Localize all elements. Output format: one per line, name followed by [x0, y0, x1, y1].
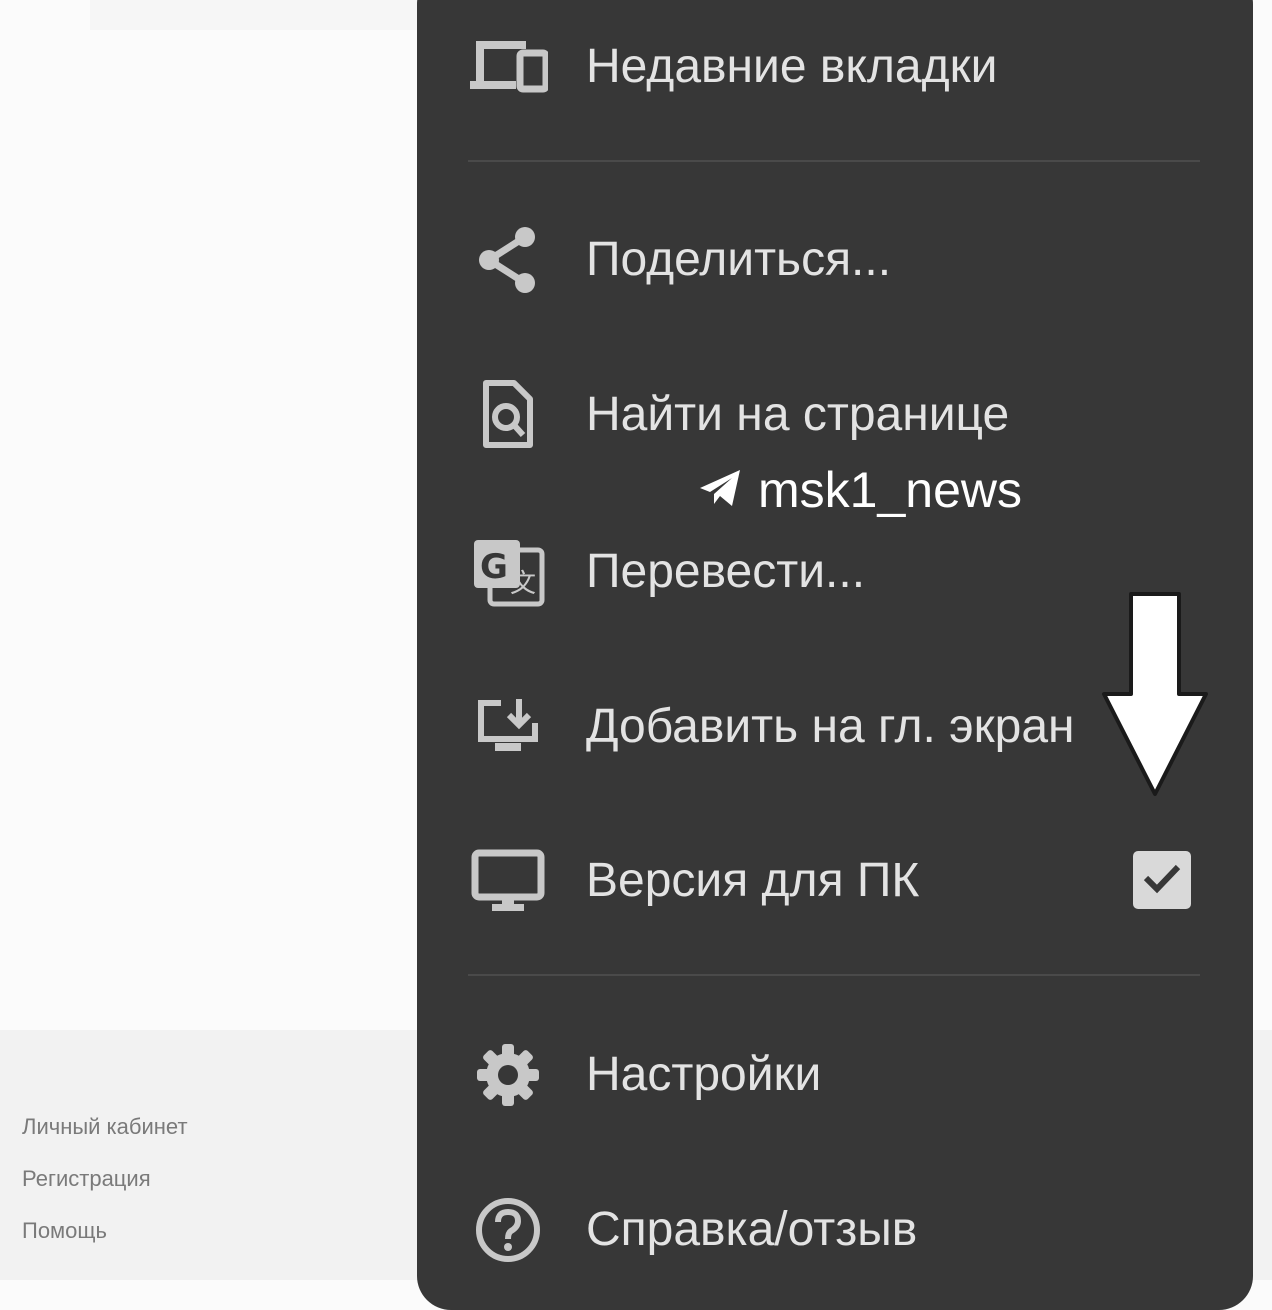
menu-divider [468, 974, 1200, 976]
checkmark-icon [1142, 862, 1182, 898]
desktop-icon [468, 826, 548, 936]
desktop-version-checkbox[interactable] [1133, 851, 1191, 909]
add-to-home-screen-icon [468, 672, 548, 782]
help-icon [468, 1175, 548, 1285]
watermark-text: msk1_news [758, 462, 1022, 518]
menu-item-label: Настройки [586, 1048, 822, 1101]
translate-icon: G 文 [468, 517, 548, 627]
find-in-page-icon [468, 360, 548, 470]
menu-item-label: Перевести... [586, 545, 866, 598]
gear-icon [468, 1020, 548, 1130]
menu-divider [468, 160, 1200, 162]
svg-text:G: G [480, 547, 508, 587]
svg-text:文: 文 [510, 569, 536, 599]
menu-item-label: Найти на странице [586, 388, 1010, 441]
menu-item-share[interactable]: Поделиться... [468, 205, 1228, 315]
menu-item-settings[interactable]: Настройки [468, 1020, 1228, 1130]
menu-item-recent-tabs[interactable]: Недавние вкладки [468, 12, 1228, 122]
devices-icon [468, 12, 548, 122]
menu-item-label: Поделиться... [586, 233, 892, 286]
menu-item-label: Недавние вкладки [586, 40, 998, 93]
share-icon [468, 205, 548, 315]
footer-link-account[interactable]: Личный кабинет [22, 1114, 188, 1140]
menu-item-desktop-version[interactable]: Версия для ПК [468, 826, 1228, 936]
page-top-strip [90, 0, 420, 30]
menu-item-label: Справка/отзыв [586, 1203, 918, 1256]
menu-item-label: Добавить на гл. экран [586, 700, 1075, 753]
menu-item-label: Версия для ПК [586, 854, 920, 907]
footer-link-register[interactable]: Регистрация [22, 1166, 151, 1192]
telegram-icon [698, 468, 742, 512]
annotation-arrow-icon [1100, 592, 1210, 798]
footer-link-help[interactable]: Помощь [22, 1218, 107, 1244]
menu-item-find-in-page[interactable]: Найти на странице [468, 360, 1228, 470]
menu-item-help-feedback[interactable]: Справка/отзыв [468, 1175, 1228, 1285]
channel-watermark: msk1_news [698, 460, 1022, 520]
